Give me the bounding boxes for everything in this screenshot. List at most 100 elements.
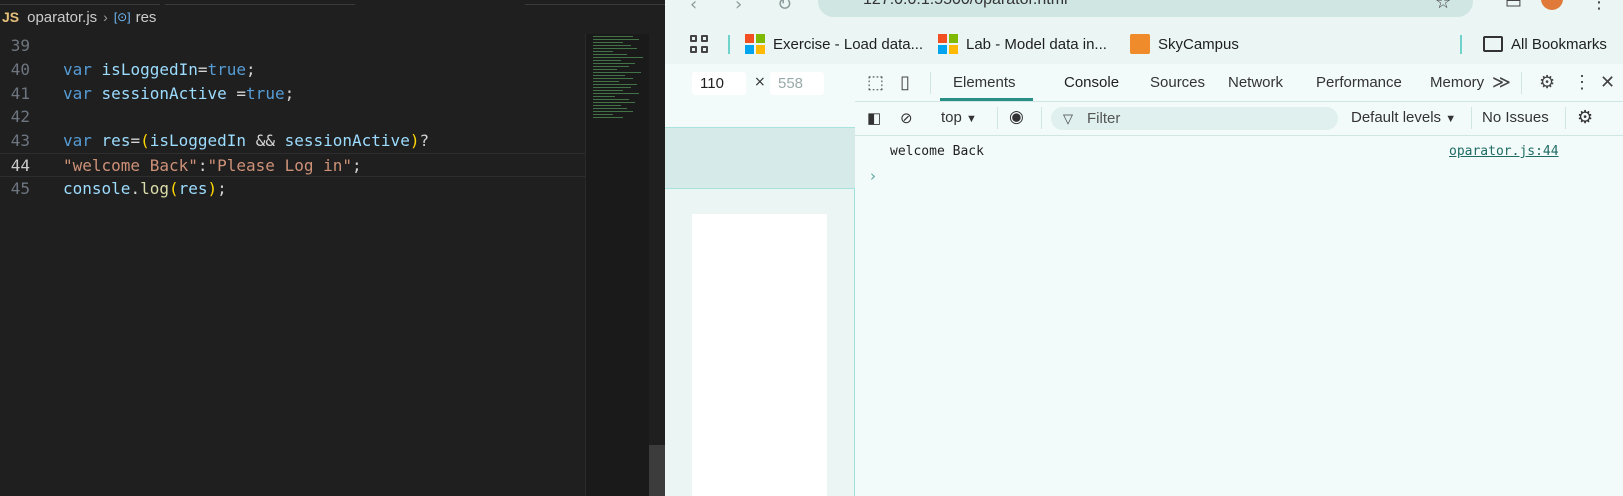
minimap-line <box>593 42 623 43</box>
eye-icon[interactable]: ◉ <box>1009 107 1024 127</box>
minimap-line <box>593 63 635 64</box>
minimap-line <box>593 111 633 112</box>
line-number: 43 <box>10 131 30 151</box>
log-levels-select[interactable]: Default levels ▼ <box>1351 109 1456 126</box>
minimap-line <box>593 81 619 82</box>
minimap-line <box>593 72 641 73</box>
code-token: = <box>197 59 208 79</box>
code-token: ( <box>140 131 150 151</box>
code-line[interactable]: 42 <box>0 105 585 129</box>
gear-icon[interactable]: ⚙ <box>1539 72 1555 92</box>
sidebar-toggle-icon[interactable]: ◧ <box>867 109 881 127</box>
tab-console[interactable]: Console <box>1064 74 1119 91</box>
divider <box>997 107 998 129</box>
folder-icon <box>1483 36 1503 52</box>
minimap-line <box>593 57 643 58</box>
star-icon[interactable]: ☆ <box>1435 0 1451 13</box>
code-token: sessionActive <box>284 131 410 151</box>
viewport-height-input[interactable]: 558 <box>770 72 824 95</box>
code-token: "Please Log in" <box>207 155 353 175</box>
breadcrumb: JS oparator.js › [⊙] res <box>0 0 665 34</box>
console-settings-gear-icon[interactable]: ⚙ <box>1577 107 1593 128</box>
code-token: isLoggedIn <box>101 59 198 79</box>
code-token: ( <box>168 178 179 198</box>
code-lines[interactable]: 39 40 var isLoggedIn=true; 41 var sessionAct… <box>0 34 585 201</box>
tab-sources[interactable]: Sources <box>1150 74 1205 91</box>
code-token: true <box>246 83 285 103</box>
bookmark-separator <box>728 35 730 54</box>
minimap-line <box>593 96 615 97</box>
minimap-line <box>593 78 633 79</box>
code-token: = <box>130 131 141 151</box>
code-text[interactable]: var res=(isLoggedIn && sessionActive)? <box>63 129 429 153</box>
minimap-line <box>593 39 639 40</box>
code-text[interactable]: var isLoggedIn=true; <box>63 58 256 82</box>
context-select[interactable]: top ▼ <box>941 109 977 126</box>
issues-button[interactable]: No Issues <box>1482 109 1549 126</box>
minimap-line <box>593 90 623 91</box>
code-line[interactable]: 40 var isLoggedIn=true; <box>0 58 585 82</box>
code-token: && <box>246 131 285 151</box>
scrollbar-thumb[interactable] <box>649 445 665 496</box>
device-viewport[interactable] <box>692 214 827 496</box>
bookmark-item[interactable]: Lab - Model data in... <box>938 33 1107 55</box>
close-icon[interactable]: ✕ <box>1600 72 1615 92</box>
console-log-source-link[interactable]: oparator.js:44 <box>1449 144 1559 159</box>
console-output[interactable]: welcome Back oparator.js:44 › <box>855 136 1623 496</box>
bookmark-item[interactable]: SkyCampus <box>1130 33 1239 55</box>
divider <box>1521 72 1522 94</box>
code-text[interactable]: var sessionActive =true; <box>63 82 294 106</box>
more-tabs-icon[interactable]: ≫ <box>1492 72 1511 92</box>
code-line[interactable]: 41 var sessionActive =true; <box>0 82 585 106</box>
code-line[interactable]: 43 var res=(isLoggedIn && sessionActive)? <box>0 129 585 153</box>
code-token: res <box>101 131 131 151</box>
device-toolbar-icon[interactable]: ▯ <box>900 72 910 92</box>
media-query-band[interactable] <box>665 128 855 189</box>
code-token: sessionActive <box>101 83 227 103</box>
console-log-message: welcome Back <box>890 144 984 159</box>
code-line[interactable]: 45 console.log(res); <box>0 177 585 201</box>
address-bar[interactable]: 127.0.0.1:5500/oparator.html <box>818 0 1473 17</box>
code-token: ? <box>419 131 430 151</box>
code-token: ; <box>217 178 227 198</box>
minimap-line <box>593 60 621 61</box>
tab-elements[interactable]: Elements <box>953 74 1016 91</box>
caret-down-icon: ▼ <box>1445 113 1457 125</box>
breadcrumb-symbol[interactable]: res <box>136 9 157 26</box>
code-editor[interactable]: JS oparator.js › [⊙] res 39 40 var isLogge… <box>0 0 665 496</box>
reload-icon[interactable]: ↻ <box>777 0 792 15</box>
code-line[interactable]: 44 "welcome Back":"Please Log in"; <box>0 152 585 178</box>
editor-scrollbar[interactable] <box>649 34 665 496</box>
more-menu-icon[interactable]: ⋮ <box>1590 0 1608 13</box>
code-text[interactable]: console.log(res); <box>63 177 227 201</box>
bookmark-separator <box>1460 35 1462 54</box>
back-icon[interactable]: ‹ <box>690 0 697 15</box>
code-token: console <box>63 178 131 198</box>
minimap-line <box>593 51 613 52</box>
device-emulation-area: 110 × 558 <box>665 64 855 496</box>
tab-network[interactable]: Network <box>1228 74 1283 91</box>
tab-memory[interactable]: Memory <box>1430 74 1484 91</box>
apps-grid-icon[interactable] <box>690 35 708 53</box>
tab-performance[interactable]: Performance <box>1316 74 1402 91</box>
all-bookmarks-button[interactable]: All Bookmarks <box>1483 33 1607 55</box>
code-text[interactable]: "welcome Back":"Please Log in"; <box>63 154 362 178</box>
avatar[interactable] <box>1541 0 1563 10</box>
browser-window: ‹ › ↻ 127.0.0.1:5500/oparator.html ☆ ▭ ⋮… <box>665 0 1623 496</box>
inspect-element-icon[interactable]: ⬚ <box>867 72 884 92</box>
minimap-line <box>593 87 631 88</box>
console-prompt-icon[interactable]: › <box>870 167 876 185</box>
minimap[interactable] <box>585 34 649 496</box>
bookmark-item[interactable]: Exercise - Load data... <box>745 33 923 55</box>
caret-down-icon: ▼ <box>966 113 977 125</box>
clear-console-icon[interactable]: ⊘ <box>900 109 913 127</box>
code-token: . <box>130 178 141 198</box>
breadcrumb-file[interactable]: oparator.js <box>27 9 97 26</box>
viewport-width-input[interactable]: 110 <box>692 72 746 95</box>
forward-icon[interactable]: › <box>735 0 742 15</box>
code-line[interactable]: 39 <box>0 34 585 58</box>
downloads-icon[interactable]: ▭ <box>1505 0 1522 13</box>
kebab-menu-icon[interactable]: ⋮ <box>1573 72 1591 92</box>
filter-input[interactable]: ▽ Filter <box>1051 107 1338 130</box>
